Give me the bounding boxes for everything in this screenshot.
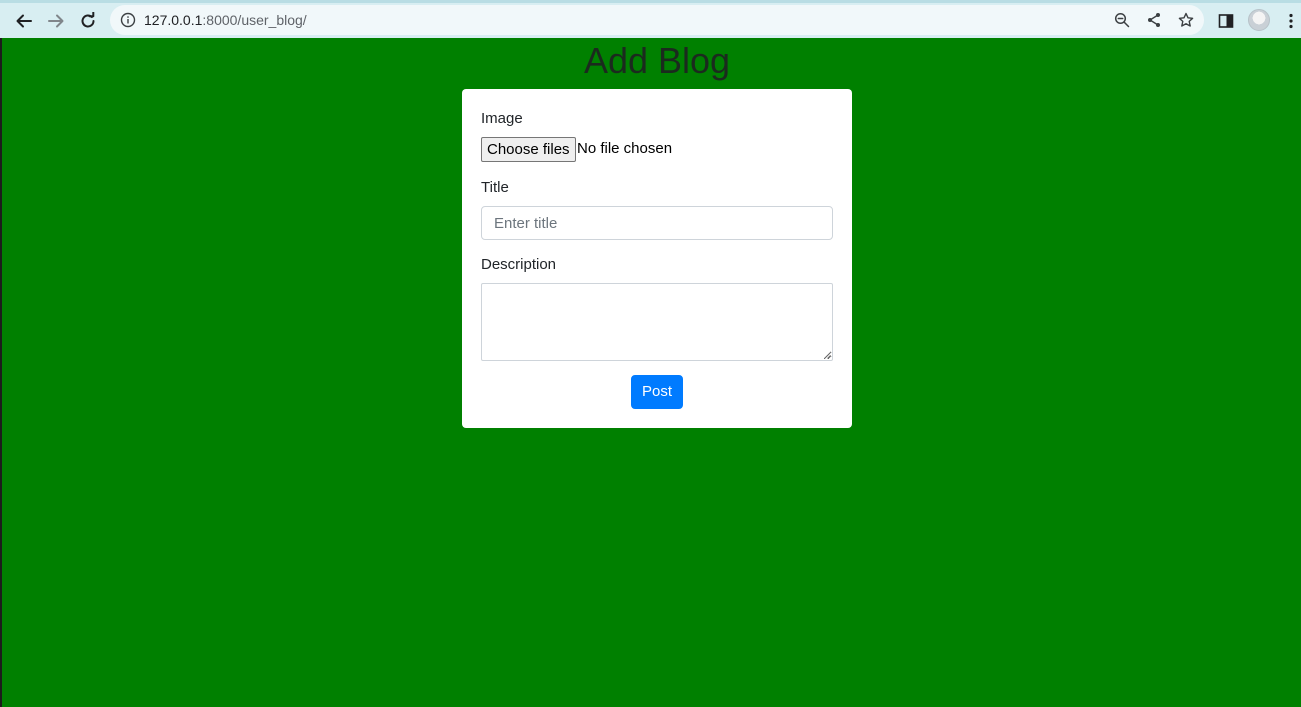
browser-toolbar: 127.0.0.1:8000/user_blog/ bbox=[0, 0, 1301, 38]
page-body: Add Blog Image Choose files No file chos… bbox=[2, 38, 1301, 707]
bookmark-button[interactable] bbox=[1176, 10, 1196, 30]
profile-avatar[interactable] bbox=[1248, 9, 1270, 31]
forward-button[interactable] bbox=[44, 9, 68, 33]
description-textarea[interactable] bbox=[481, 283, 833, 361]
resize-grip-icon[interactable] bbox=[824, 352, 831, 359]
side-panel-button[interactable] bbox=[1214, 9, 1238, 33]
address-bar[interactable]: 127.0.0.1:8000/user_blog/ bbox=[110, 5, 1204, 35]
url-path: :8000/user_blog/ bbox=[202, 12, 307, 28]
reload-icon bbox=[81, 12, 95, 28]
side-panel-icon bbox=[1218, 14, 1234, 28]
zoom-out-icon bbox=[1114, 12, 1130, 28]
title-input[interactable] bbox=[481, 206, 833, 240]
zoom-button[interactable] bbox=[1112, 10, 1132, 30]
browser-menu-button[interactable] bbox=[1279, 9, 1301, 33]
image-label: Image bbox=[481, 110, 523, 127]
share-icon bbox=[1148, 13, 1160, 27]
reload-button[interactable] bbox=[76, 9, 100, 33]
post-button[interactable]: Post bbox=[631, 375, 683, 409]
three-dots-vertical-icon bbox=[1289, 13, 1293, 29]
star-outline-icon bbox=[1178, 12, 1194, 27]
arrow-right-icon bbox=[48, 14, 64, 28]
info-circle-icon[interactable] bbox=[120, 12, 136, 28]
back-button[interactable] bbox=[12, 9, 36, 33]
url-host: 127.0.0.1 bbox=[144, 12, 203, 28]
add-blog-form: Image Choose files No file chosen Title … bbox=[462, 89, 852, 428]
file-status-text: No file chosen bbox=[577, 140, 673, 157]
description-label: Description bbox=[481, 256, 557, 273]
page-title: Add Blog bbox=[583, 40, 731, 81]
title-label: Title bbox=[481, 179, 509, 196]
choose-files-button[interactable]: Choose files bbox=[481, 137, 576, 162]
arrow-left-icon bbox=[16, 14, 32, 28]
share-button[interactable] bbox=[1144, 10, 1164, 30]
url-text[interactable]: 127.0.0.1:8000/user_blog/ bbox=[144, 12, 307, 28]
